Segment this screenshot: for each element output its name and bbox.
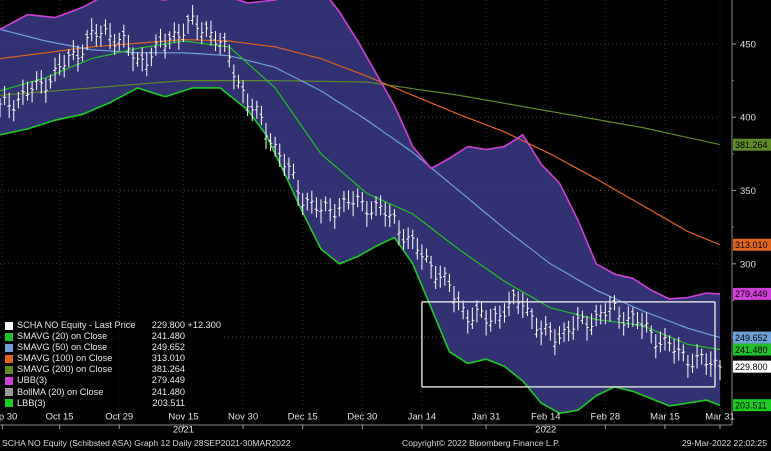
legend-row-sma50: SMAVG (50) on Close 249.652: [5, 342, 221, 353]
x-tick-label: Nov 15: [168, 411, 198, 422]
x-tick-label: Feb 28: [591, 411, 621, 422]
legend-swatch: [5, 332, 13, 341]
x-tick-label: Mar 31: [705, 411, 735, 422]
legend-value: 203.511: [152, 397, 185, 408]
legend-value: 249.652: [151, 342, 185, 353]
x-tick-label: Sep 30: [0, 411, 17, 422]
tag-ubb-label: 279.449: [735, 289, 768, 299]
legend-row-price: SCHA NO Equity - Last Price 229.800 +12.…: [5, 320, 221, 331]
legend: SCHA NO Equity - Last Price 229.800 +12.…: [2, 318, 223, 411]
legend-swatch: [5, 388, 13, 397]
legend-swatch: [5, 377, 13, 386]
legend-row-bollma: BollMA (20) on Close 241.480: [5, 387, 221, 398]
tag-sma50-label: 249.652: [735, 333, 768, 343]
legend-label: SMAVG (200) on Close: [17, 364, 113, 375]
legend-value: 241.480: [151, 386, 185, 397]
legend-swatch: [5, 354, 13, 363]
tag-sma100-label: 313.010: [735, 240, 768, 250]
tag-sma20-label: 241.480: [735, 345, 768, 355]
legend-row-sma200: SMAVG (200) on Close 381.264: [5, 364, 221, 375]
legend-label: SCHA NO Equity - Last Price: [17, 320, 136, 330]
legend-row-sma100: SMAVG (100) on Close 313.010: [5, 353, 221, 364]
footer: SCHA NO Equity (Schibsted ASA) Graph 12 …: [0, 436, 771, 451]
y-tick-label: 450: [740, 39, 756, 50]
y-tick-label: 350: [740, 186, 756, 197]
tag-lbb-label: 203.511: [735, 400, 767, 410]
footer-timestamp: 29-Mar-2022 22:02:25: [681, 438, 767, 448]
legend-value: 241.480: [151, 331, 185, 342]
x-year-label: 2021: [173, 424, 194, 435]
legend-swatch: [5, 321, 13, 330]
legend-label: SMAVG (50) on Close: [17, 342, 108, 353]
x-tick-label: Mar 15: [650, 411, 680, 422]
x-tick-label: Nov 30: [228, 411, 258, 422]
legend-value: 279.449: [151, 375, 185, 386]
legend-row-sma20: SMAVG (20) on Close 241.480: [5, 331, 221, 342]
legend-value: 381.264: [151, 364, 185, 375]
legend-swatch: [5, 399, 13, 408]
legend-swatch: [5, 343, 13, 352]
y-tick-label: 300: [740, 259, 756, 270]
legend-value: 313.010: [151, 353, 185, 364]
x-tick-label: Feb 14: [531, 411, 561, 422]
legend-swatch: [5, 365, 13, 374]
legend-row-ubb: UBB(3) 279.449: [5, 375, 221, 386]
x-tick-label: Oct 15: [46, 411, 74, 422]
tag-sma200-label: 381.264: [735, 140, 768, 150]
legend-label: SMAVG (100) on Close: [17, 353, 113, 364]
footer-copyright: Copyright© 2022 Bloomberg Finance L.P.: [402, 438, 561, 448]
legend-label: UBB(3): [17, 375, 48, 386]
x-tick-label: Dec 30: [347, 411, 377, 422]
x-tick-label: Jan 14: [408, 411, 437, 422]
x-tick-label: Dec 15: [288, 411, 318, 422]
legend-label: LBB(3): [17, 397, 46, 408]
legend-row-lbb: LBB(3) 203.511: [5, 398, 221, 409]
y-tick-label: 400: [740, 113, 756, 124]
legend-change: +12.300: [187, 320, 221, 330]
legend-value: 229.800: [151, 320, 185, 330]
x-tick-label: Jan 31: [472, 411, 501, 422]
legend-label: SMAVG (20) on Close: [17, 331, 108, 342]
footer-title: SCHA NO Equity (Schibsted ASA) Graph 12 …: [2, 438, 291, 448]
legend-label: BollMA (20) on Close: [17, 386, 104, 397]
x-tick-label: Oct 29: [105, 411, 133, 422]
tag-last-price-label: 229.800: [735, 362, 768, 372]
x-year-label: 2022: [535, 424, 556, 435]
